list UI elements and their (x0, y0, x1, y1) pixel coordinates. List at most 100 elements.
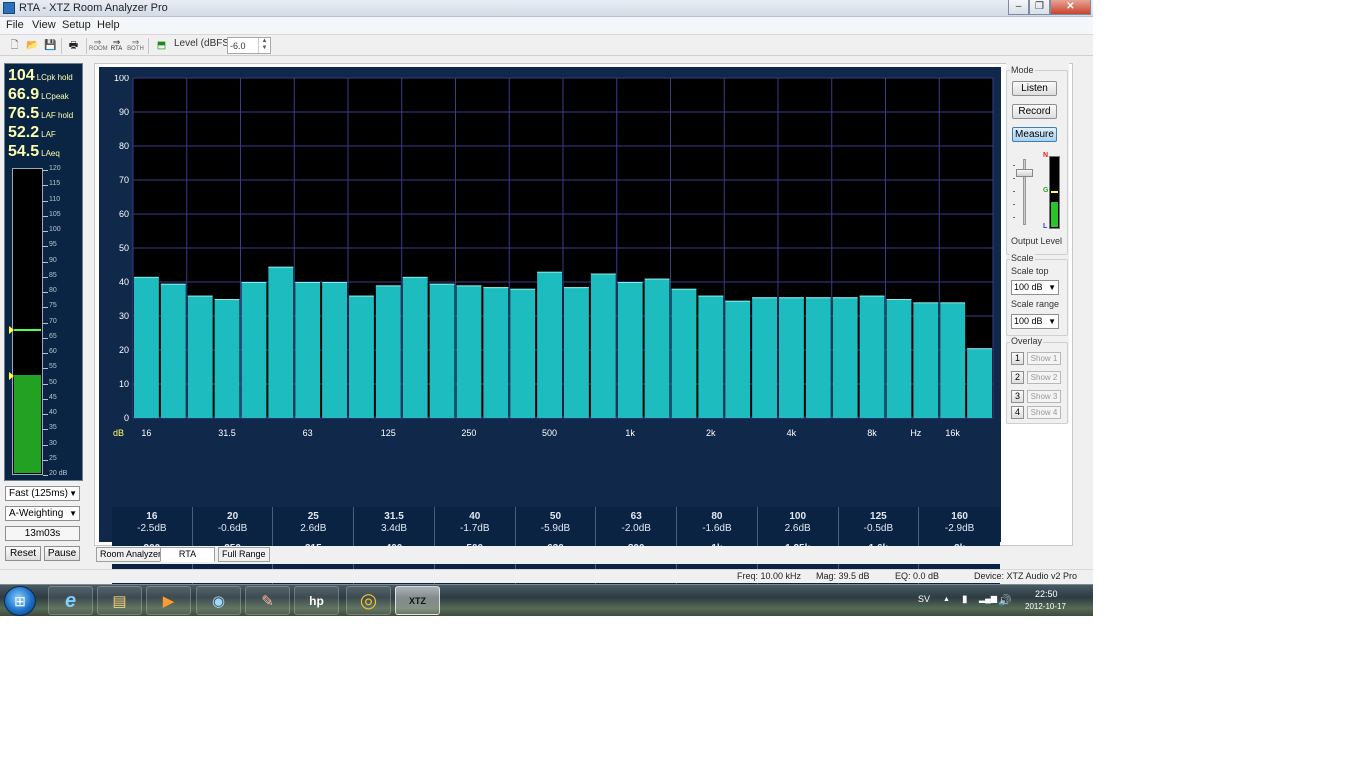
show-4-button[interactable]: Show 4 (1027, 406, 1061, 419)
volume-icon[interactable]: 🔊 (998, 594, 1012, 607)
spectrum-bar (349, 295, 374, 418)
response-select[interactable]: Fast (125ms) ▼ (5, 486, 80, 501)
close-button[interactable]: ✕ (1050, 0, 1091, 15)
scale-top-select[interactable]: 100 dB ▼ (1011, 280, 1059, 295)
overlay-label: Overlay (1010, 336, 1044, 346)
spectrum-bar (483, 287, 509, 418)
title-bar[interactable]: RTA - XTZ Room Analyzer Pro – ❐ ✕ (0, 0, 1093, 17)
rta-tool-button[interactable]: ⇒ RTA (108, 38, 125, 53)
language-indicator[interactable]: SV (918, 594, 930, 604)
media-player-icon[interactable]: ▶ (146, 586, 191, 615)
ie-icon[interactable]: e (48, 586, 93, 615)
status-device: Device: XTZ Audio v2 Pro (974, 571, 1078, 581)
tray-expand-icon[interactable]: ▲ (943, 596, 950, 603)
arrow-icon: ⇒ (93, 37, 102, 47)
start-button[interactable]: ⊞ (4, 586, 36, 616)
weighting-value: A-Weighting (9, 508, 64, 519)
meter-scale-tick (43, 261, 48, 263)
open-icon[interactable]: 📂 (25, 38, 40, 53)
photo-viewer-icon[interactable]: ◉ (196, 586, 241, 615)
minimize-button[interactable]: – (1008, 0, 1029, 15)
slider-tick (1013, 178, 1015, 179)
scale-range-select[interactable]: 100 dB ▼ (1011, 314, 1059, 329)
chrome-icon[interactable]: ◎ (346, 586, 391, 615)
tab-room-analyzer[interactable]: Room Analyzer (96, 547, 166, 562)
band-frequency: 31.5 (384, 511, 404, 522)
overlay-3-button[interactable]: 3 (1011, 390, 1024, 403)
meter-scale-label: 110 (49, 195, 61, 203)
weighting-select[interactable]: A-Weighting ▼ (5, 506, 80, 521)
new-icon[interactable]: 🗋 (7, 38, 22, 53)
pause-button[interactable]: Pause (44, 546, 80, 561)
hp-icon[interactable]: hp (294, 586, 339, 615)
room-tool-button[interactable]: ⇒ ROOM (89, 37, 108, 53)
level-label: Level (dBFS) (174, 38, 233, 49)
explorer-icon[interactable]: ▤ (97, 586, 142, 615)
taskbar: ⊞ e ▤ ▶ ◉ ✎ hp ◎ XTZ SV ▲ ▮ ▂▄▆ 🔊 22:50 … (0, 584, 1093, 616)
reading-label: LAF (41, 130, 56, 139)
overlay-2-button[interactable]: 2 (1011, 371, 1024, 384)
menu-file[interactable]: File (6, 19, 24, 31)
spectrum-bar (429, 283, 455, 418)
reading-lcpeak: 66.9 LCpeak (8, 86, 69, 105)
band-level: 3.4dB (380, 523, 408, 534)
both-tool-button[interactable]: ⇒ BOTH (127, 38, 144, 53)
reset-button[interactable]: Reset (5, 546, 41, 561)
meter-mid-label: G (1043, 187, 1049, 194)
clock-date[interactable]: 2012-10-17 (1025, 602, 1066, 611)
spectrum-bar (295, 282, 321, 418)
menu-setup[interactable]: Setup (62, 19, 91, 31)
network-icon[interactable]: ▂▄▆ (979, 594, 997, 603)
reading-value: 76.5 (8, 105, 40, 122)
paint-icon[interactable]: ✎ (245, 586, 290, 615)
app-icon (3, 2, 15, 14)
band-cell: 50 -5.9dB (516, 511, 596, 535)
hold-marker-icon (9, 325, 14, 334)
status-bar: Freq: 10.00 kHz Mag: 39.5 dB EQ: 0.0 dB … (0, 569, 1093, 583)
band-cell: 160 -2.9dB (919, 511, 1000, 535)
meter-scale-tick (43, 185, 48, 187)
show-2-button[interactable]: Show 2 (1027, 371, 1061, 384)
maximize-button[interactable]: ❐ (1029, 0, 1050, 15)
meter-scale-tick (43, 414, 48, 415)
overlay-1-button[interactable]: 1 (1011, 352, 1024, 365)
meter-scale-tick (43, 292, 48, 293)
show-1-button[interactable]: Show 1 (1027, 352, 1061, 365)
chevron-down-icon: ▼ (1048, 283, 1056, 292)
record-button[interactable]: Record (1012, 104, 1057, 119)
spin-down-icon[interactable]: ▼ (259, 45, 270, 52)
status-magnitude: Mag: 39.5 dB (816, 571, 870, 581)
view-tabs: Room Analyzer RTA Full Range (94, 546, 1073, 564)
spectrum-bar (456, 285, 482, 418)
output-level-slider-thumb[interactable] (1016, 169, 1033, 177)
toolbar: 🗋 📂 💾 🖶 ⇒ ROOM ⇒ RTA ⇒ BOTH ⬒ Level (dBF… (0, 34, 1093, 56)
x-tick-label: 8k (867, 428, 877, 438)
tab-full-range[interactable]: Full Range (218, 547, 270, 562)
level-spinner[interactable]: ▲ ▼ (258, 38, 270, 53)
spl-bar-meter (9, 168, 43, 475)
band-level: 2.6dB (300, 523, 327, 534)
reading-label: LCpeak (41, 92, 69, 101)
band-cell: 125 -0.5dB (839, 511, 919, 535)
menu-view[interactable]: View (32, 19, 56, 31)
spin-up-icon[interactable]: ▲ (259, 38, 270, 45)
xtz-app-icon[interactable]: XTZ (395, 586, 440, 615)
battery-icon[interactable]: ▮ (962, 594, 968, 605)
measure-button[interactable]: Measure (1012, 127, 1057, 142)
meter-scale-label: 80 (49, 287, 57, 294)
overlay-4-button[interactable]: 4 (1011, 406, 1024, 419)
arrow-icon: ⇒ (112, 37, 121, 47)
meter-scale-label: 50 (49, 378, 57, 386)
show-3-button[interactable]: Show 3 (1027, 390, 1061, 403)
listen-button[interactable]: Listen (1012, 81, 1057, 96)
tab-rta[interactable]: RTA (160, 547, 215, 562)
rta-chart[interactable]: 0 10 20 30 40 50 60 70 80 90 100 dB 16 31.5 63 125 250 50… (107, 75, 1001, 443)
band-level: -5.9dB (540, 523, 571, 534)
print-icon[interactable]: 🖶 (66, 38, 81, 53)
menu-help[interactable]: Help (97, 19, 120, 31)
save-icon[interactable]: 💾 (43, 38, 58, 53)
level-meter-panel: 104 LCpk hold 66.9 LCpeak 76.5 LAF hold 52.… (4, 63, 83, 481)
clock-time[interactable]: 22:50 (1035, 589, 1058, 599)
spectrum-bar (510, 288, 536, 418)
slider-tick (1013, 204, 1015, 205)
